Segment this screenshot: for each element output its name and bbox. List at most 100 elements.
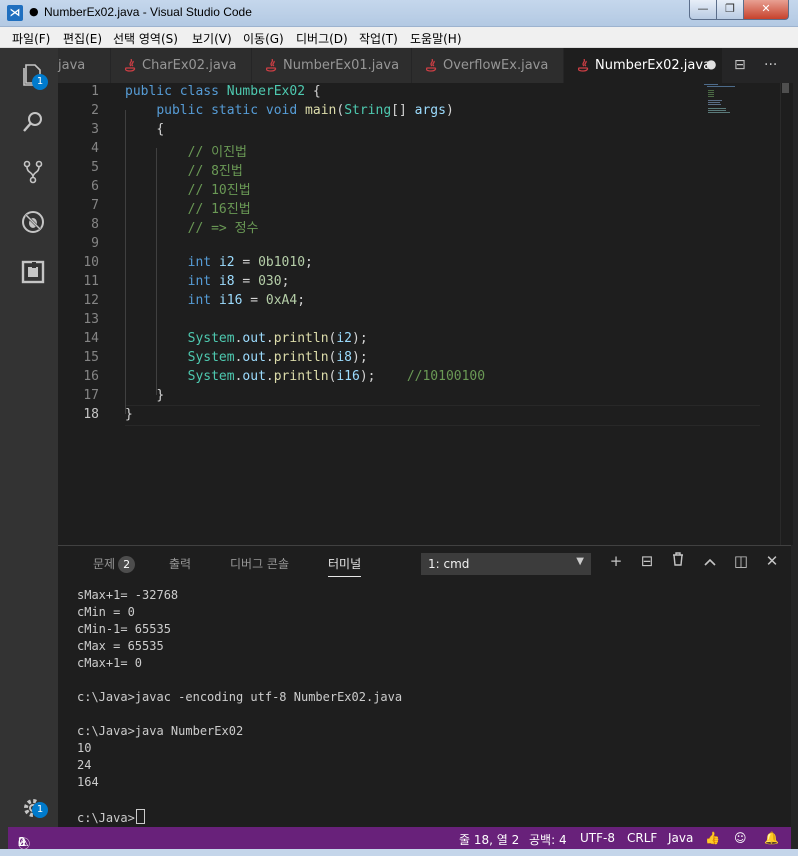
- settings-badge: 1: [32, 802, 48, 818]
- tab-label: java: [58, 58, 86, 73]
- explorer-badge: 1: [32, 74, 48, 90]
- cursor-position[interactable]: 줄 18, 열 2: [459, 831, 519, 848]
- explorer-activity[interactable]: 1: [8, 50, 58, 98]
- code-line[interactable]: System.out.println(i8);: [125, 350, 368, 365]
- java-file-icon: [266, 59, 277, 72]
- tab-debug-console[interactable]: 디버그 콘솔: [230, 555, 289, 572]
- trash-glyph: [673, 552, 683, 566]
- terminal-cursor: [135, 809, 145, 824]
- extensions-activity[interactable]: [8, 248, 58, 296]
- code-line[interactable]: int i8 = 030;: [125, 274, 290, 289]
- current-line-highlight: [125, 405, 760, 426]
- code-line[interactable]: // 10진법: [125, 179, 251, 198]
- window-bottom-edge: [0, 849, 798, 856]
- split-terminal-icon[interactable]: ⊟: [637, 552, 657, 570]
- line-number: 8: [91, 217, 99, 232]
- no-bug-icon: [22, 211, 44, 233]
- terminal-select[interactable]: 1: cmd ▼: [421, 553, 591, 575]
- activity-bar: 1 1: [8, 48, 58, 828]
- menu-edit[interactable]: 편집(E): [63, 30, 102, 47]
- terminal-line: c:\Java>javac -encoding utf-8 NumberEx02…: [77, 690, 403, 704]
- menu-go[interactable]: 이동(G): [243, 30, 284, 47]
- menu-help[interactable]: 도움말(H): [410, 30, 462, 47]
- line-number: 16: [83, 369, 99, 384]
- vscode-window: ⋊ ● NumberEx02.java - Visual Studio Code…: [0, 0, 798, 856]
- line-number-current: 18: [83, 407, 99, 422]
- terminal-line: sMax+1= -32768: [77, 588, 179, 602]
- tab-java[interactable]: java: [58, 48, 111, 83]
- code-line[interactable]: // => 정수: [125, 217, 259, 236]
- toggle-panel-position-icon[interactable]: ◫: [731, 552, 751, 570]
- java-file-icon: [426, 59, 437, 72]
- maximize-button[interactable]: ❐: [716, 0, 744, 20]
- code-line[interactable]: System.out.println(i2);: [125, 331, 368, 346]
- line-number: 13: [83, 312, 99, 327]
- encoding[interactable]: UTF-8: [580, 831, 615, 845]
- code-line[interactable]: {: [125, 122, 164, 137]
- tab-charex02[interactable]: CharEx02.java: [111, 48, 252, 83]
- line-ending[interactable]: CRLF: [627, 831, 657, 845]
- menu-selection[interactable]: 선택 영역(S): [113, 30, 178, 47]
- search-activity[interactable]: [8, 98, 58, 146]
- editor-scrollbar[interactable]: [780, 83, 793, 545]
- menu-view[interactable]: 보기(V): [192, 30, 232, 47]
- language-mode[interactable]: Java: [668, 831, 693, 845]
- menu-file[interactable]: 파일(F): [12, 30, 50, 47]
- indentation[interactable]: 공백: 4: [529, 831, 567, 848]
- tab-overflowex[interactable]: OverflowEx.java: [412, 48, 564, 83]
- maximize-panel-icon[interactable]: [700, 552, 720, 570]
- tab-numberex01[interactable]: NumberEx01.java: [252, 48, 412, 83]
- line-number: 7: [91, 198, 99, 213]
- line-number: 17: [83, 388, 99, 403]
- terminal-line: cMax+1= 0: [77, 656, 143, 670]
- close-window-button[interactable]: ✕: [743, 0, 789, 20]
- source-control-activity[interactable]: [8, 148, 58, 196]
- minimize-button[interactable]: —: [689, 0, 717, 20]
- smiley-feedback-icon[interactable]: ☺: [734, 831, 747, 845]
- tab-label: NumberEx01.java: [283, 58, 400, 73]
- line-number: 5: [91, 160, 99, 175]
- chevron-down-icon: ▼: [576, 556, 584, 567]
- code-line[interactable]: public class NumberEx02 {: [125, 84, 321, 99]
- code-line[interactable]: }: [125, 407, 133, 422]
- tab-numberex02[interactable]: NumberEx02.java ●: [564, 48, 723, 83]
- line-number: 4: [91, 141, 99, 156]
- tab-label: OverflowEx.java: [443, 58, 549, 73]
- menu-debug[interactable]: 디버그(D): [296, 30, 348, 47]
- terminal-line: 164: [77, 775, 99, 789]
- terminal-line: 10: [77, 741, 92, 755]
- bell-icon[interactable]: 🔔: [764, 831, 779, 845]
- code-line[interactable]: public static void main(String[] args): [125, 103, 453, 118]
- menu-tasks[interactable]: 작업(T): [359, 30, 398, 47]
- code-line[interactable]: }: [125, 388, 164, 403]
- scrollbar-thumb[interactable]: [782, 83, 789, 93]
- java-file-icon: [125, 59, 136, 72]
- tab-output[interactable]: 출력: [169, 555, 191, 572]
- terminal-prompt[interactable]: c:\Java>: [77, 809, 145, 825]
- problems-count-badge: 2: [118, 556, 136, 573]
- unsaved-indicator[interactable]: ●: [706, 57, 716, 71]
- split-editor-icon[interactable]: ⊟: [734, 57, 746, 73]
- tab-problems[interactable]: 문제 2: [93, 555, 136, 573]
- code-line[interactable]: int i16 = 0xA4;: [125, 293, 305, 308]
- thumbs-up-icon[interactable]: 👍: [705, 831, 720, 845]
- terminal-line: 24: [77, 758, 92, 772]
- trash-icon[interactable]: [668, 552, 688, 570]
- code-editor[interactable]: 1 2 3 4 5 6 7 8 9 10 11 12 13 14 15 16 1…: [58, 83, 793, 545]
- terminal-line: cMin-1= 65535: [77, 622, 171, 636]
- new-terminal-icon[interactable]: +: [606, 552, 626, 570]
- minimap[interactable]: [704, 83, 764, 123]
- code-line[interactable]: // 8진법: [125, 160, 243, 179]
- code-line[interactable]: int i2 = 0b1010;: [125, 255, 313, 270]
- code-line[interactable]: // 16진법: [125, 198, 251, 217]
- more-actions-icon[interactable]: ···: [764, 57, 777, 73]
- tab-label: CharEx02.java: [142, 58, 237, 73]
- code-line[interactable]: System.out.println(i16); //10100100: [125, 369, 485, 384]
- tab-terminal[interactable]: 터미널: [328, 555, 362, 577]
- close-panel-icon[interactable]: ✕: [762, 552, 782, 570]
- manage-activity[interactable]: 1: [8, 784, 58, 832]
- code-line[interactable]: // 이진법: [125, 141, 247, 160]
- terminal-select-value: 1: cmd: [428, 557, 470, 571]
- debug-activity[interactable]: [8, 198, 58, 246]
- vscode-logo-icon: ⋊: [7, 5, 23, 21]
